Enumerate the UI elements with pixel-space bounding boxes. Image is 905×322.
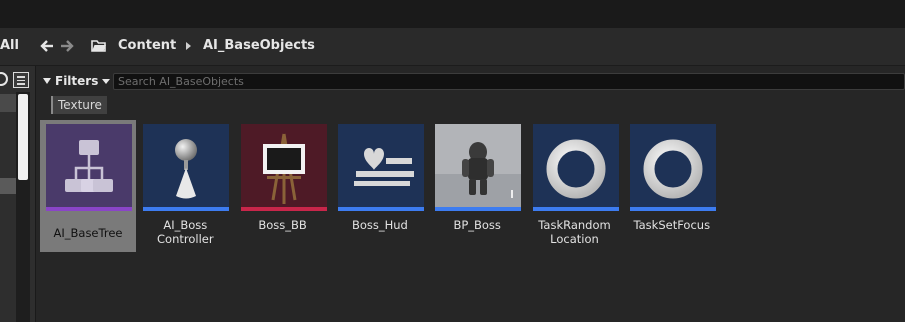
scrollbar-thumb[interactable] xyxy=(18,94,28,180)
asset-type-color-bar xyxy=(629,207,716,211)
asset-name-line: TaskRandom xyxy=(538,218,611,232)
asset-type-color-bar xyxy=(337,207,424,211)
asset-name-line: TaskSetFocus xyxy=(633,218,711,232)
asset-thumbnail[interactable] xyxy=(46,124,132,210)
breadcrumb-separator-icon[interactable] xyxy=(186,42,191,50)
filters-button[interactable]: Filters xyxy=(43,72,111,90)
asset-name-label: AI_BaseTree xyxy=(40,226,136,240)
asset-view: Filters Search AI_BaseObjects Texture AI… xyxy=(37,66,905,322)
asset-thumbnail[interactable] xyxy=(337,124,424,210)
asset-name-line: Location xyxy=(550,232,599,246)
folder-tree-row[interactable] xyxy=(0,178,16,194)
asset-name-label: Boss_BB xyxy=(235,218,331,232)
content-browser: All Content AI_BaseObjects Filters Searc… xyxy=(0,0,905,322)
asset-name-label: TaskSetFocus xyxy=(624,218,720,232)
ai-controller-icon xyxy=(175,139,198,199)
asset-type-color-bar xyxy=(435,207,522,211)
asset-tile[interactable]: AI_Boss Controller xyxy=(137,120,233,252)
title-strip xyxy=(0,0,905,28)
all-button[interactable]: All xyxy=(0,38,19,53)
asset-tile[interactable]: TaskSetFocus xyxy=(624,120,720,252)
breadcrumb-content[interactable]: Content xyxy=(118,38,176,53)
search-input[interactable]: Search AI_BaseObjects xyxy=(113,73,905,90)
asset-type-color-bar xyxy=(532,207,619,211)
asset-name-line: Boss_Hud xyxy=(351,218,408,232)
asset-thumbnail[interactable] xyxy=(240,124,327,210)
asset-type-color-bar xyxy=(143,207,230,211)
sources-panel xyxy=(0,66,36,322)
asset-name-label: AI_Boss Controller xyxy=(137,218,233,246)
filter-chip-texture[interactable]: Texture xyxy=(51,96,107,114)
asset-thumbnail[interactable] xyxy=(629,124,716,210)
asset-tile[interactable]: Boss_Hud xyxy=(332,120,428,252)
asset-type-color-bar xyxy=(240,207,327,211)
filter-bar: Filters Search AI_BaseObjects xyxy=(37,70,905,92)
filters-label: Filters xyxy=(55,74,99,88)
asset-name-line: AI_Boss xyxy=(163,218,208,232)
asset-tile[interactable]: Boss_BB xyxy=(235,120,331,252)
asset-thumbnail[interactable] xyxy=(532,124,619,210)
asset-name-label: TaskRandom Location xyxy=(527,218,623,246)
asset-thumbnail[interactable] xyxy=(435,124,522,210)
asset-tile[interactable]: TaskRandom Location xyxy=(527,120,623,252)
task-ring-icon xyxy=(643,139,703,199)
asset-name-line: Controller xyxy=(157,232,214,246)
back-arrow-icon[interactable] xyxy=(40,38,54,54)
folder-tree-row[interactable] xyxy=(0,94,16,112)
asset-type-color-bar xyxy=(46,207,132,211)
chevron-down-icon xyxy=(102,78,111,84)
navigation-bar: All Content AI_BaseObjects xyxy=(0,28,905,66)
list-view-icon[interactable] xyxy=(13,72,29,88)
asset-tile[interactable]: BP_Boss xyxy=(429,120,525,252)
funnel-icon xyxy=(43,78,51,84)
folder-icon[interactable] xyxy=(91,39,107,53)
asset-name-label: Boss_Hud xyxy=(332,218,428,232)
search-icon[interactable] xyxy=(0,72,8,86)
widget-blueprint-icon xyxy=(353,148,414,186)
forward-arrow-icon[interactable] xyxy=(60,38,74,54)
asset-name-line: Boss_BB xyxy=(258,218,307,232)
asset-name-line: AI_BaseTree xyxy=(53,226,123,240)
behavior-tree-icon xyxy=(65,140,113,192)
asset-tile[interactable]: AI_BaseTree xyxy=(40,120,136,252)
asset-thumbnail[interactable] xyxy=(143,124,230,210)
breadcrumb-current-folder[interactable]: AI_BaseObjects xyxy=(203,38,315,53)
asset-name-label: BP_Boss xyxy=(429,218,525,232)
task-ring-icon xyxy=(546,139,605,199)
character-preview-icon xyxy=(435,124,522,210)
blackboard-icon xyxy=(262,133,305,204)
asset-name-line: BP_Boss xyxy=(453,218,501,232)
